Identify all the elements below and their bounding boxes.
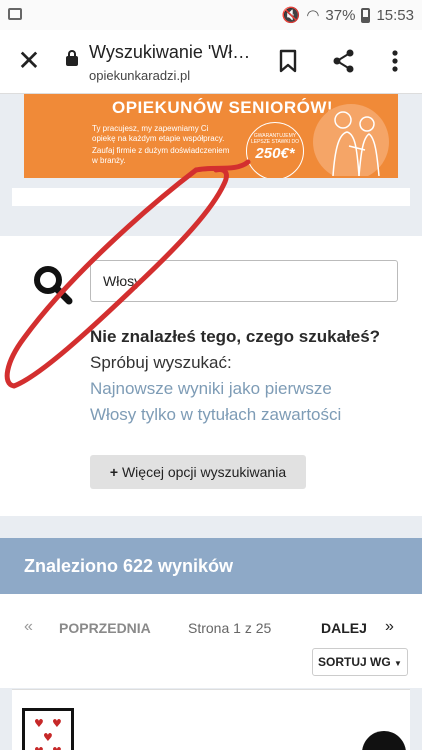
banner-headline: OPIEKUNÓW SENIORÓW! xyxy=(112,98,334,117)
prev-page-button[interactable]: POPRZEDNIA xyxy=(59,620,151,636)
pagination: « POPRZEDNIA Strona 1 z 25 DALEJ » SORTU… xyxy=(0,594,422,688)
search-section: Nie znalazłeś tego, czego szukałeś? Spró… xyxy=(0,236,422,516)
link-newest-first[interactable]: Najnowsze wyniki jako pierwsze xyxy=(90,379,332,399)
more-vert-icon[interactable] xyxy=(381,47,409,75)
clock: 15:53 xyxy=(376,6,414,24)
gallery-icon xyxy=(8,8,22,20)
ad-banner[interactable]: OPIEKUNÓW SENIORÓW! Ty pracujesz, my zap… xyxy=(24,94,398,178)
not-found-title: Nie znalazłeś tego, czego szukałeś? xyxy=(90,327,381,346)
lock-icon xyxy=(66,50,78,66)
banner-text-1: Ty pracujesz, my zapewniamy Ci opiekę na… xyxy=(92,124,225,143)
link-titles-only[interactable]: Włosy tylko w tytułach zawartości xyxy=(90,405,341,425)
search-icon xyxy=(34,266,73,305)
results-count-header: Znaleziono 622 wyników xyxy=(0,538,422,594)
battery-icon xyxy=(361,7,371,23)
first-page-button[interactable]: « xyxy=(24,618,33,636)
caregiver-illustration-icon xyxy=(313,104,389,176)
plus-icon: + xyxy=(109,464,119,480)
svg-text:♥: ♥ xyxy=(52,717,62,730)
playing-card-icon: ♥ ♥ ♥ ♥ ♥ xyxy=(25,711,71,750)
last-page-button[interactable]: » xyxy=(385,618,394,636)
svg-text:♥: ♥ xyxy=(34,717,44,730)
banner-badge: GWARANTUJEMY LEPSZE STAWKI DO 250€* xyxy=(246,122,304,178)
svg-text:♥: ♥ xyxy=(52,745,62,750)
more-search-options-button[interactable]: + Więcej opcji wyszukiwania xyxy=(90,455,306,489)
svg-text:♥: ♥ xyxy=(34,745,44,750)
banner-text-2: Zaufaj firmie z dużym doświadczeniem w b… xyxy=(92,146,230,165)
custom-tab-toolbar: ✕ Wyszukiwanie 'Włosy' opiekunkaradzi.pl xyxy=(0,30,422,94)
search-input[interactable] xyxy=(90,260,398,302)
badge-caption: GWARANTUJEMY LEPSZE STAWKI DO xyxy=(250,133,300,145)
try-label: Spróbuj wyszukać: xyxy=(90,353,232,372)
page-info: Strona 1 z 25 xyxy=(188,620,272,636)
result-thumbnail: ♥ ♥ ♥ ♥ ♥ xyxy=(22,708,74,750)
status-right: 🔇 ◠ 37% 15:53 xyxy=(281,6,414,25)
status-bar: 🔇 ◠ 37% 15:53 xyxy=(0,0,422,30)
close-icon[interactable]: ✕ xyxy=(16,47,42,75)
sort-by-button[interactable]: SORTUJ WG ▼ xyxy=(312,648,408,676)
next-page-button[interactable]: DALEJ xyxy=(321,620,367,636)
banner-spacer xyxy=(12,188,410,206)
page-url[interactable]: opiekunkaradzi.pl xyxy=(89,68,190,83)
share-icon[interactable] xyxy=(330,47,358,75)
badge-amount: 250€* xyxy=(255,145,295,162)
mute-icon: 🔇 xyxy=(281,7,301,24)
bookmark-icon[interactable] xyxy=(274,47,302,75)
svg-text:♥: ♥ xyxy=(43,731,53,744)
wifi-icon: ◠ xyxy=(306,7,320,24)
result-list-item[interactable]: ♥ ♥ ♥ ♥ ♥ xyxy=(12,689,410,750)
page-title: Wyszukiwanie 'Włosy' xyxy=(89,42,259,62)
more-options-label: Więcej opcji wyszukiwania xyxy=(121,464,287,480)
battery-percent: 37% xyxy=(325,6,356,24)
caret-down-icon: ▼ xyxy=(394,659,402,668)
page-content: OPIEKUNÓW SENIORÓW! Ty pracujesz, my zap… xyxy=(0,94,422,750)
sort-label: SORTUJ WG xyxy=(318,655,391,669)
